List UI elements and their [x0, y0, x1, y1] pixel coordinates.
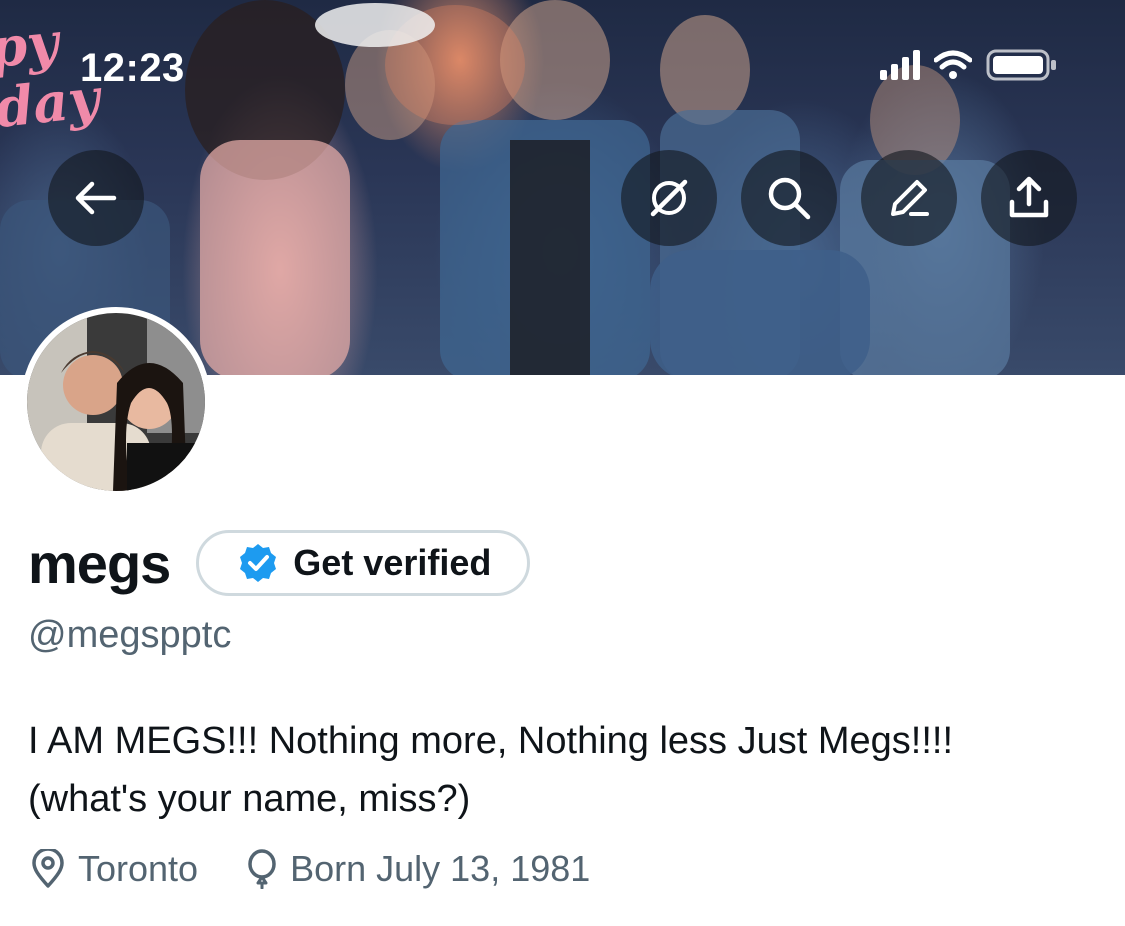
profile-handle: @megspptc — [28, 614, 232, 656]
grok-icon — [650, 179, 688, 217]
cellular-signal-icon — [880, 50, 920, 80]
share-icon — [1009, 176, 1049, 218]
profile-avatar[interactable] — [21, 307, 211, 497]
birthday-text: Born July 13, 1981 — [290, 848, 591, 889]
grok-button[interactable] — [621, 150, 717, 246]
bio-line: I AM MEGS!!! Nothing more, Nothing less … — [28, 720, 954, 762]
compose-icon — [891, 180, 929, 216]
bio-line: (what's your name, miss?) — [28, 778, 471, 820]
status-time: 12:23 — [80, 46, 185, 90]
battery-icon — [986, 49, 1056, 81]
status-icons — [880, 48, 1058, 82]
birthday-item: Born July 13, 1981 — [246, 848, 590, 890]
back-arrow-icon — [75, 181, 117, 215]
avatar-photo — [27, 313, 205, 491]
share-button[interactable] — [981, 150, 1077, 246]
profile-banner[interactable]: py day 12:23 — [0, 0, 1125, 375]
location-item: Toronto — [30, 848, 198, 890]
location-pin-icon — [32, 849, 64, 888]
profile-name-row: megs Get verified — [28, 530, 531, 596]
search-button[interactable] — [741, 150, 837, 246]
verified-badge-icon — [240, 544, 277, 582]
location-text: Toronto — [78, 848, 199, 889]
compose-button[interactable] — [861, 150, 957, 246]
get-verified-button[interactable]: Get verified — [196, 530, 531, 596]
profile-meta: Toronto Born July 13, 1981 — [30, 848, 590, 890]
back-button[interactable] — [48, 150, 144, 246]
get-verified-label: Get verified — [293, 542, 492, 583]
balloon-icon — [248, 849, 276, 889]
profile-bio: I AM MEGS!!! Nothing more, Nothing less … — [28, 712, 1108, 828]
search-icon — [768, 177, 811, 220]
display-name: megs — [28, 531, 171, 595]
wifi-icon — [934, 50, 972, 79]
